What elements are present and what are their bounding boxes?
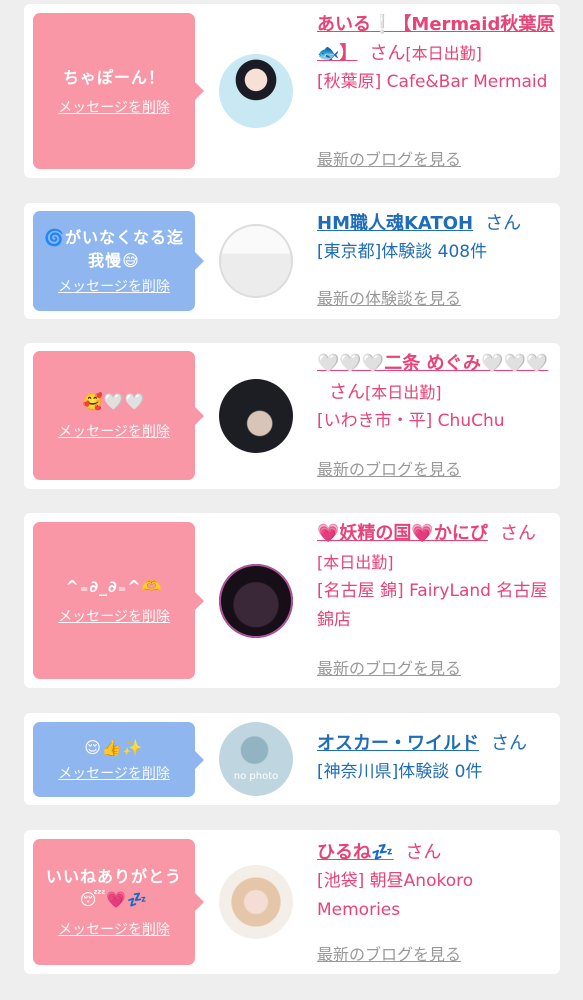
user-location: [神奈川県]体験談 0件 <box>317 762 483 782</box>
avatar[interactable] <box>219 54 293 128</box>
message-bubble: いいねありがとう😴💗💤 メッセージを削除 <box>33 839 204 965</box>
message-card: 🌀がいなくなる迄我慢😅 メッセージを削除 HM職人魂KATOH さん [東京都]体… <box>24 203 560 319</box>
avatar[interactable] <box>219 865 293 939</box>
message-bubble: 🥰🤍🤍 メッセージを削除 <box>33 351 204 480</box>
user-info: HM職人魂KATOH さん [東京都]体験談 408件 <box>317 209 555 267</box>
delete-message-link[interactable]: メッセージを削除 <box>58 421 170 441</box>
latest-blog-link[interactable]: 最新のブログを見る <box>317 655 461 679</box>
user-info: オスカー・ワイルド さん [神奈川県]体験談 0件 <box>317 729 555 787</box>
delete-message-link[interactable]: メッセージを削除 <box>58 763 170 783</box>
user-info: 🤍🤍🤍二条 めぐみ🤍🤍🤍 さん[本日出勤] [いわき市・平] ChuChu <box>317 349 555 436</box>
user-name-line: あいる❕【Mermaid秋葉原🐟】 さん[本日出勤] <box>317 10 555 68</box>
avatar[interactable] <box>219 224 293 298</box>
message-card: 😌👍✨ メッセージを削除 no photo オスカー・ワイルド さん [神奈川県]… <box>24 713 560 805</box>
honorific: さん <box>491 733 527 754</box>
message-text: 🌀がいなくなる迄我慢😅 <box>44 228 184 270</box>
honorific: さん <box>485 213 522 234</box>
user-name-line: ひるね💤 さん <box>317 838 555 867</box>
status-badge: [本日出勤] <box>365 383 442 402</box>
honorific: さん <box>329 382 365 403</box>
message-bubble: 🌀がいなくなる迄我慢😅 メッセージを削除 <box>33 211 204 311</box>
user-info: ひるね💤 さん [池袋] 朝昼Anokoro Memories <box>317 838 555 925</box>
delete-message-link[interactable]: メッセージを削除 <box>58 919 170 939</box>
user-name-link[interactable]: HM職人魂KATOH <box>317 213 473 234</box>
user-name-line: 🤍🤍🤍二条 めぐみ🤍🤍🤍 さん[本日出勤] <box>317 349 555 407</box>
user-name-line: 💗妖精の国💗かにぴ さん [本日出勤] <box>317 519 555 577</box>
latest-blog-link[interactable]: 最新のブログを見る <box>317 146 461 170</box>
message-text: ちゃぽーん！ <box>62 67 165 87</box>
user-name-link[interactable]: 🤍🤍🤍二条 めぐみ🤍🤍🤍 <box>317 353 548 374</box>
message-card: 🥰🤍🤍 メッセージを削除 🤍🤍🤍二条 めぐみ🤍🤍🤍 さん[本日出勤] [いわき市・… <box>24 343 560 489</box>
message-bubble: ちゃぽーん！ メッセージを削除 <box>33 13 204 169</box>
user-location: [東京都]体験談 408件 <box>317 242 488 262</box>
shop-location: [池袋] 朝昼Anokoro Memories <box>317 871 474 920</box>
user-name-link[interactable]: オスカー・ワイルド <box>317 733 479 754</box>
message-card: ^₌∂_∂₌^🫶 メッセージを削除 💗妖精の国💗かにぴ さん [本日出勤] [名古屋… <box>24 513 560 688</box>
message-text: 😌👍✨ <box>84 738 144 757</box>
honorific: さん <box>405 842 442 863</box>
delete-message-link[interactable]: メッセージを削除 <box>58 606 170 626</box>
message-text: 🥰🤍🤍 <box>82 392 146 411</box>
latest-review-link[interactable]: 最新の体験談を見る <box>317 285 461 309</box>
latest-blog-link[interactable]: 最新のブログを見る <box>317 941 461 965</box>
message-card: いいねありがとう😴💗💤 メッセージを削除 ひるね💤 さん [池袋] 朝昼Anoko… <box>24 830 560 974</box>
message-bubble: ^₌∂_∂₌^🫶 メッセージを削除 <box>33 522 204 679</box>
user-info: あいる❕【Mermaid秋葉原🐟】 さん[本日出勤] [秋葉原] Cafe&Bar… <box>317 10 555 97</box>
honorific: さん <box>499 523 536 544</box>
user-info: 💗妖精の国💗かにぴ さん [本日出勤] [名古屋 錦] FairyLand 名古屋錦… <box>317 519 555 635</box>
shop-location: [名古屋 錦] FairyLand 名古屋錦店 <box>317 581 548 630</box>
user-name-link[interactable]: 💗妖精の国💗かにぴ <box>317 523 488 544</box>
message-text: いいねありがとう😴💗💤 <box>45 867 182 909</box>
honorific: さん <box>369 43 406 64</box>
latest-blog-link[interactable]: 最新のブログを見る <box>317 456 461 480</box>
message-text: ^₌∂_∂₌^🫶 <box>65 577 163 596</box>
status-badge: [本日出勤] <box>405 44 482 63</box>
delete-message-link[interactable]: メッセージを削除 <box>58 276 170 296</box>
shop-location: [いわき市・平] ChuChu <box>317 411 505 431</box>
user-name-line: HM職人魂KATOH さん <box>317 209 555 238</box>
delete-message-link[interactable]: メッセージを削除 <box>58 97 170 117</box>
message-bubble: 😌👍✨ メッセージを削除 <box>33 722 204 797</box>
avatar[interactable] <box>219 564 293 638</box>
avatar[interactable]: no photo <box>219 722 293 796</box>
shop-location: [秋葉原] Cafe&Bar Mermaid <box>317 72 548 92</box>
message-card: ちゃぽーん！ メッセージを削除 あいる❕【Mermaid秋葉原🐟】 さん[本日出勤… <box>24 4 560 178</box>
avatar[interactable] <box>219 379 293 453</box>
user-name-link[interactable]: ひるね💤 <box>317 842 393 863</box>
no-photo-label: no photo <box>233 771 279 782</box>
status-badge: [本日出勤] <box>317 553 394 572</box>
user-name-line: オスカー・ワイルド さん <box>317 729 555 758</box>
